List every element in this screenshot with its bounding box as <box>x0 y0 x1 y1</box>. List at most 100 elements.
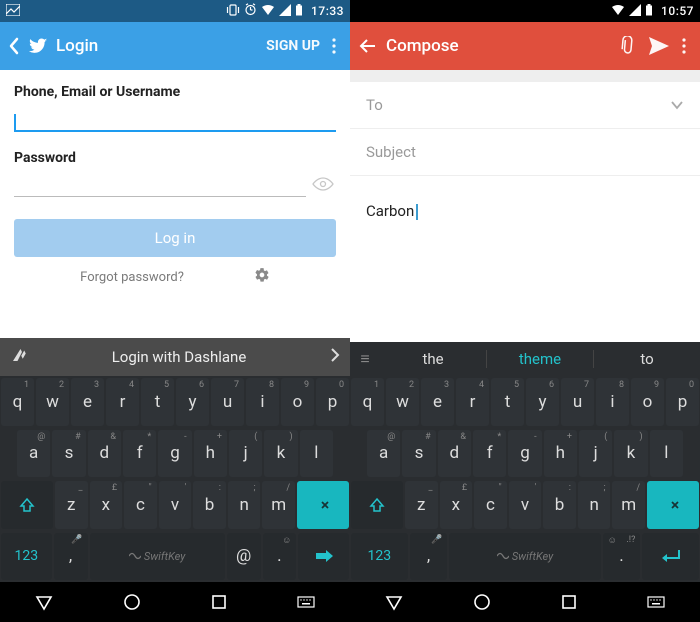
suggestion-1[interactable]: the <box>380 350 486 368</box>
key-m[interactable]: m/ <box>262 481 295 529</box>
backspace-key[interactable] <box>297 481 349 529</box>
login-button[interactable]: Log in <box>14 219 336 257</box>
key-v[interactable]: v' <box>159 481 192 529</box>
key-t[interactable]: t5 <box>491 378 524 426</box>
key-i[interactable]: i8 <box>596 378 629 426</box>
send-button[interactable] <box>642 36 676 56</box>
comma-key[interactable]: ,🎤 <box>54 533 88 581</box>
key-s[interactable]: s# <box>52 430 85 478</box>
signup-button[interactable]: SIGN UP <box>260 38 326 54</box>
key-x[interactable]: x£ <box>90 481 123 529</box>
key-c[interactable]: c" <box>474 481 507 529</box>
nav-back-button[interactable] <box>35 593 53 611</box>
overflow-menu-icon[interactable] <box>676 38 692 54</box>
key-r[interactable]: r4 <box>456 378 489 426</box>
numbers-key[interactable]: 123 <box>351 533 408 581</box>
nav-recents-button[interactable] <box>211 594 227 610</box>
soft-keyboard[interactable]: q1w2e3r4t5y6u7i8o9p0 a@s#d&f*g-h+j(k)l z… <box>0 376 350 582</box>
key-h[interactable]: h+ <box>544 430 577 478</box>
key-g[interactable]: g- <box>158 430 191 478</box>
key-c[interactable]: c" <box>124 481 157 529</box>
key-b[interactable]: b: <box>193 481 226 529</box>
key-a[interactable]: a@ <box>17 430 50 478</box>
key-n[interactable]: n; <box>578 481 611 529</box>
settings-gear-icon[interactable] <box>254 267 270 287</box>
key-m[interactable]: m/ <box>612 481 645 529</box>
key-x[interactable]: x£ <box>440 481 473 529</box>
password-input[interactable] <box>14 177 306 197</box>
key-o[interactable]: o9 <box>281 378 314 426</box>
key-z[interactable]: z_ <box>55 481 88 529</box>
key-y[interactable]: y6 <box>176 378 209 426</box>
key-u[interactable]: u7 <box>211 378 244 426</box>
key-b[interactable]: b: <box>543 481 576 529</box>
key-e[interactable]: e3 <box>421 378 454 426</box>
key-l[interactable]: l <box>650 430 683 478</box>
to-field[interactable]: To <box>350 82 700 129</box>
shift-key[interactable] <box>1 481 53 529</box>
key-y[interactable]: y6 <box>526 378 559 426</box>
identifier-input[interactable] <box>14 112 336 132</box>
nav-recents-button[interactable] <box>561 594 577 610</box>
period-key[interactable]: .☺ <box>263 533 297 581</box>
key-t[interactable]: t5 <box>141 378 174 426</box>
back-button[interactable] <box>358 36 378 56</box>
key-h[interactable]: h+ <box>194 430 227 478</box>
numbers-key[interactable]: 123 <box>1 533 52 581</box>
key-k[interactable]: k) <box>614 430 647 478</box>
nav-home-button[interactable] <box>473 593 491 611</box>
at-key[interactable]: @ <box>227 533 261 581</box>
key-g[interactable]: g- <box>508 430 541 478</box>
key-e[interactable]: e3 <box>71 378 104 426</box>
back-button[interactable] <box>8 37 20 55</box>
key-j[interactable]: j( <box>229 430 262 478</box>
backspace-key[interactable] <box>647 481 699 529</box>
key-s[interactable]: s# <box>402 430 435 478</box>
show-password-icon[interactable] <box>306 176 336 197</box>
attach-button[interactable] <box>610 36 642 56</box>
key-r[interactable]: r4 <box>106 378 139 426</box>
key-w[interactable]: w2 <box>36 378 69 426</box>
dashlane-bar[interactable]: Login with Dashlane <box>0 338 350 376</box>
hamburger-icon[interactable]: ≡ <box>350 349 380 369</box>
key-k[interactable]: k) <box>264 430 297 478</box>
comma-key[interactable]: ,🎤 <box>410 533 448 581</box>
shift-key[interactable] <box>351 481 403 529</box>
space-key[interactable]: SwiftKey <box>90 533 225 581</box>
key-v[interactable]: v' <box>509 481 542 529</box>
key-d[interactable]: d& <box>438 430 471 478</box>
key-o[interactable]: o9 <box>631 378 664 426</box>
key-q[interactable]: q1 <box>1 378 34 426</box>
subject-field[interactable]: Subject <box>350 129 700 176</box>
key-u[interactable]: u7 <box>561 378 594 426</box>
key-i[interactable]: i8 <box>246 378 279 426</box>
nav-home-button[interactable] <box>123 593 141 611</box>
key-d[interactable]: d& <box>88 430 121 478</box>
key-z[interactable]: z_ <box>405 481 438 529</box>
period-key[interactable]: ..!?☺ <box>603 533 641 581</box>
key-w[interactable]: w2 <box>386 378 419 426</box>
expand-recipients-icon[interactable] <box>670 96 684 114</box>
key-p[interactable]: p0 <box>666 378 699 426</box>
key-p[interactable]: p0 <box>316 378 349 426</box>
key-f[interactable]: f* <box>473 430 506 478</box>
go-key[interactable] <box>298 533 349 581</box>
space-key[interactable]: SwiftKey <box>449 533 600 581</box>
nav-ime-button[interactable] <box>647 596 665 608</box>
forgot-password-link[interactable]: Forgot password? <box>80 270 184 285</box>
key-q[interactable]: q1 <box>351 378 384 426</box>
suggestion-3[interactable]: to <box>594 350 700 368</box>
key-l[interactable]: l <box>300 430 333 478</box>
key-a[interactable]: a@ <box>367 430 400 478</box>
overflow-menu-icon[interactable] <box>326 38 342 54</box>
key-n[interactable]: n; <box>228 481 261 529</box>
nav-back-button[interactable] <box>385 593 403 611</box>
key-f[interactable]: f* <box>123 430 156 478</box>
nav-ime-button[interactable] <box>297 596 315 608</box>
key-j[interactable]: j( <box>579 430 612 478</box>
from-collapsed-field[interactable] <box>350 70 700 82</box>
suggestion-2[interactable]: theme <box>487 350 593 368</box>
soft-keyboard[interactable]: ≡ the theme to q1w2e3r4t5y6u7i8o9p0 a@s#… <box>350 342 700 582</box>
enter-key[interactable] <box>642 533 699 581</box>
compose-body[interactable]: Carbon <box>350 176 700 220</box>
